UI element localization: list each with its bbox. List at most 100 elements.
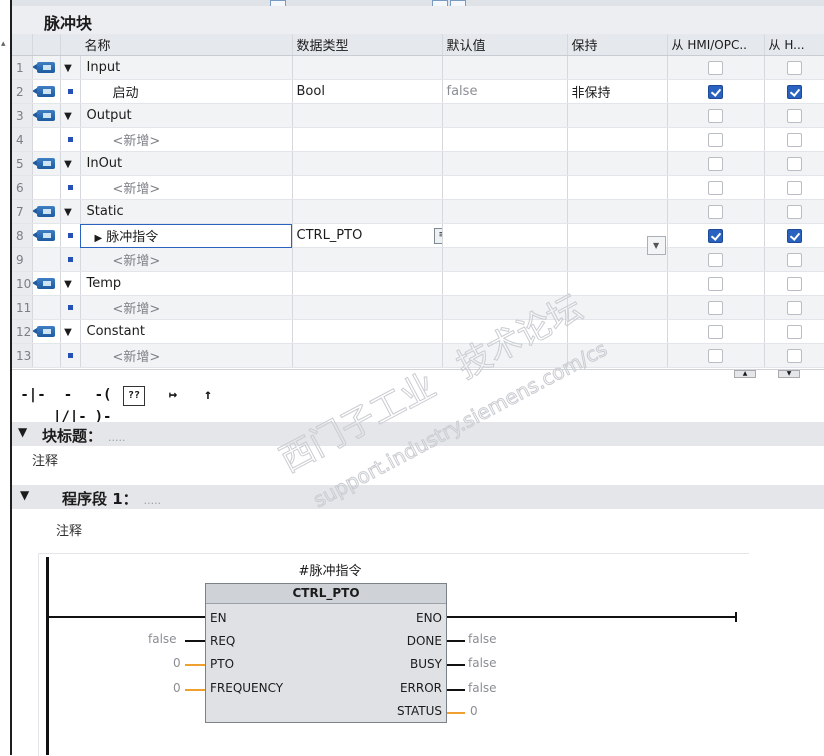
col-retain-header[interactable]: 保持 bbox=[567, 34, 668, 56]
scroll-up-icon[interactable]: ▲ bbox=[734, 370, 756, 378]
hmi-opc-checkbox[interactable] bbox=[708, 300, 724, 315]
expand-arrow-icon[interactable]: ▼ bbox=[64, 111, 72, 122]
hmi-checkbox[interactable] bbox=[786, 84, 802, 99]
hmi-cell[interactable] bbox=[764, 127, 824, 152]
name-cell[interactable]: Output bbox=[80, 103, 293, 128]
variable-name[interactable]: 启动 bbox=[113, 86, 139, 101]
hmi-cell[interactable] bbox=[764, 175, 824, 200]
coil-button[interactable]: -( )- bbox=[88, 384, 118, 425]
datatype-cell[interactable] bbox=[292, 103, 443, 128]
datatype-cell[interactable] bbox=[292, 151, 443, 176]
hmi-checkbox[interactable] bbox=[786, 108, 802, 123]
default-cell[interactable] bbox=[442, 247, 568, 272]
name-cell[interactable]: 启动 bbox=[80, 79, 293, 104]
collapse-icon[interactable]: ▼ bbox=[18, 425, 27, 439]
pin-busy[interactable]: BUSY bbox=[410, 657, 442, 671]
status-value[interactable]: 0 bbox=[470, 704, 478, 718]
pin-req[interactable]: REQ bbox=[210, 634, 235, 648]
fb-instance-name[interactable]: #脉冲指令 bbox=[280, 560, 380, 579]
hmi-cell[interactable] bbox=[764, 343, 824, 368]
block-comment[interactable]: 注释 bbox=[32, 450, 58, 469]
datatype-value[interactable]: CTRL_PTO bbox=[297, 228, 363, 243]
name-cell[interactable]: <新增> bbox=[80, 127, 293, 152]
hmi-checkbox[interactable] bbox=[786, 348, 802, 363]
hmi-cell[interactable] bbox=[764, 55, 824, 80]
hmi-opc-checkbox[interactable] bbox=[708, 228, 724, 243]
add-new-placeholder[interactable]: <新增> bbox=[113, 254, 161, 269]
datatype-cell[interactable] bbox=[292, 55, 443, 80]
scroll-down-icon[interactable]: ▼ bbox=[778, 370, 800, 378]
hmi-cell[interactable] bbox=[764, 247, 824, 272]
hmi-cell[interactable] bbox=[764, 295, 824, 320]
hmi-opc-cell[interactable] bbox=[667, 247, 765, 272]
col-hmi-header[interactable]: 从 H... bbox=[764, 34, 824, 56]
hmi-checkbox[interactable] bbox=[786, 204, 802, 219]
add-new-placeholder[interactable]: <新增> bbox=[113, 350, 161, 365]
hmi-opc-cell[interactable] bbox=[667, 319, 765, 344]
hmi-opc-checkbox[interactable] bbox=[708, 348, 724, 363]
hmi-cell[interactable] bbox=[764, 271, 824, 296]
name-cell[interactable]: InOut bbox=[80, 151, 293, 176]
hmi-checkbox[interactable] bbox=[786, 300, 802, 315]
expand-arrow-icon[interactable]: ▶ bbox=[95, 233, 103, 244]
retain-cell[interactable] bbox=[567, 55, 668, 80]
done-value[interactable]: false bbox=[468, 632, 497, 646]
expand-arrow-icon[interactable]: ▼ bbox=[64, 207, 72, 218]
add-new-placeholder[interactable]: <新增> bbox=[113, 134, 161, 149]
hmi-opc-checkbox[interactable] bbox=[708, 84, 724, 99]
default-cell[interactable]: false bbox=[442, 79, 568, 104]
hmi-opc-checkbox[interactable] bbox=[708, 204, 724, 219]
name-cell[interactable]: Static bbox=[80, 199, 293, 224]
datatype-cell[interactable]: CTRL_PTO ≡ bbox=[292, 223, 443, 248]
retain-cell[interactable] bbox=[567, 343, 668, 368]
retain-value[interactable]: 非保持 bbox=[572, 86, 611, 101]
hmi-cell[interactable] bbox=[764, 79, 824, 104]
table-row[interactable]: 9 <新增> bbox=[12, 247, 824, 272]
default-cell[interactable] bbox=[442, 55, 568, 80]
pin-status[interactable]: STATUS bbox=[397, 704, 442, 718]
default-cell[interactable] bbox=[442, 343, 568, 368]
datatype-cell[interactable] bbox=[292, 175, 443, 200]
add-new-placeholder[interactable]: <新增> bbox=[113, 182, 161, 197]
hmi-opc-checkbox[interactable] bbox=[708, 60, 724, 75]
collapse-arrow-icon[interactable]: ▴ bbox=[1, 39, 6, 49]
hmi-opc-cell[interactable] bbox=[667, 151, 765, 176]
hmi-checkbox[interactable] bbox=[786, 324, 802, 339]
hmi-opc-cell[interactable] bbox=[667, 271, 765, 296]
table-row[interactable]: 10 ▼ Temp bbox=[12, 271, 824, 296]
table-row[interactable]: 3 ▼ Output bbox=[12, 103, 824, 128]
hmi-opc-checkbox[interactable] bbox=[708, 324, 724, 339]
default-cell[interactable]: ▼ bbox=[442, 223, 666, 255]
datatype-cell[interactable] bbox=[292, 343, 443, 368]
frequency-value[interactable]: 0 bbox=[173, 681, 181, 695]
pin-frequency[interactable]: FREQUENCY bbox=[210, 681, 283, 695]
hmi-opc-cell[interactable] bbox=[667, 103, 765, 128]
table-row[interactable]: 6 <新增> bbox=[12, 175, 824, 200]
datatype-cell[interactable] bbox=[292, 319, 443, 344]
table-row[interactable]: 12 ▼ Constant bbox=[12, 319, 824, 344]
col-datatype-header[interactable]: 数据类型 bbox=[292, 34, 443, 56]
hmi-checkbox[interactable] bbox=[786, 228, 802, 243]
default-cell[interactable] bbox=[442, 295, 568, 320]
name-cell[interactable]: ▶ 脉冲指令 bbox=[80, 223, 293, 248]
retain-cell[interactable]: 非保持 bbox=[567, 79, 668, 104]
hmi-opc-cell[interactable] bbox=[667, 343, 765, 368]
hmi-opc-cell[interactable] bbox=[667, 127, 765, 152]
table-row[interactable]: 11 <新增> bbox=[12, 295, 824, 320]
name-cell[interactable]: Temp bbox=[80, 271, 293, 296]
hmi-checkbox[interactable] bbox=[786, 252, 802, 267]
retain-cell[interactable] bbox=[567, 319, 668, 344]
name-cell[interactable]: <新增> bbox=[80, 247, 293, 272]
default-value[interactable]: false bbox=[447, 84, 478, 99]
variable-name[interactable]: 脉冲指令 bbox=[106, 230, 158, 245]
retain-cell[interactable] bbox=[567, 127, 668, 152]
table-row[interactable]: 2 启动 Bool false 非保持 bbox=[12, 79, 824, 104]
busy-value[interactable]: false bbox=[468, 656, 497, 670]
name-cell[interactable]: <新增> bbox=[80, 295, 293, 320]
datatype-cell[interactable] bbox=[292, 295, 443, 320]
type-browse-icon[interactable]: ≡ bbox=[434, 228, 442, 244]
error-value[interactable]: false bbox=[468, 681, 497, 695]
datatype-cell[interactable]: Bool bbox=[292, 79, 443, 104]
hmi-opc-cell[interactable] bbox=[667, 175, 765, 200]
table-row[interactable]: 1 ▼ Input bbox=[12, 55, 824, 80]
